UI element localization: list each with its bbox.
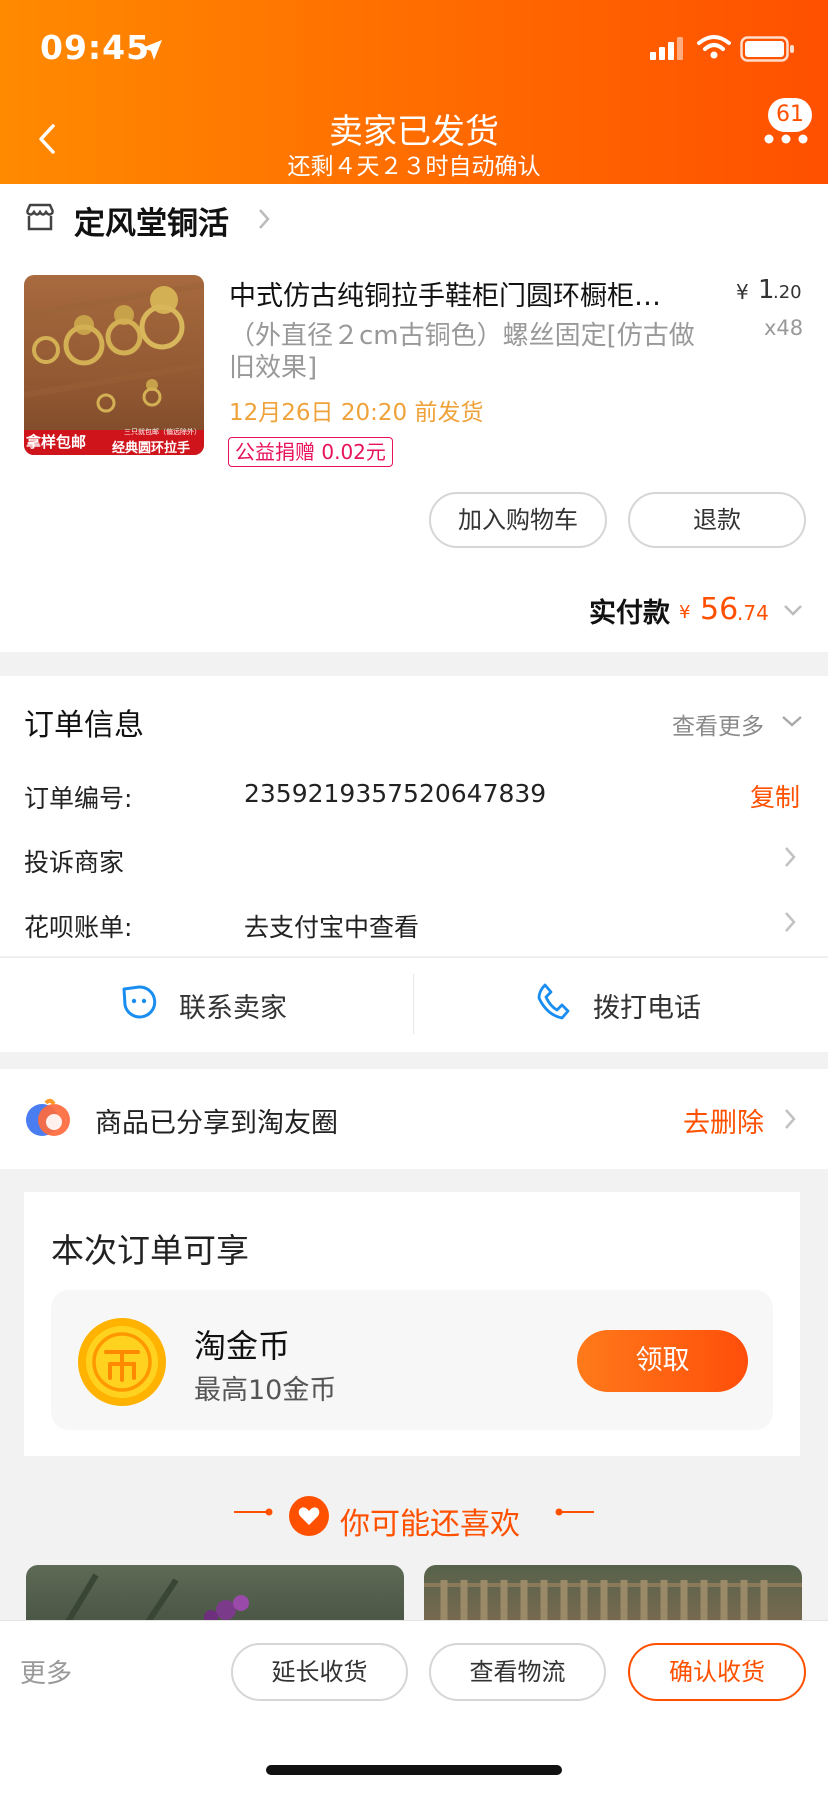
product-title[interactable]: 中式仿古纯铜拉手鞋柜门圆环橱柜… — [229, 274, 689, 313]
status-time: 09:45 — [40, 28, 151, 67]
recommend-title: 你可能还喜欢 — [340, 1507, 520, 1542]
more-actions-button[interactable]: 更多 — [20, 1653, 72, 1690]
battery-icon — [740, 36, 794, 62]
order-info-title: 订单信息 — [24, 708, 144, 743]
recommend-item-1-image[interactable] — [26, 1565, 404, 1625]
huabei-link[interactable]: 去支付宝中查看 — [244, 908, 419, 944]
shop-chevron-right-icon[interactable] — [256, 206, 272, 232]
share-status-text: 商品已分享到淘友圈 — [95, 1108, 338, 1139]
complaint-chevron-right-icon[interactable] — [782, 844, 798, 870]
copy-order-number-button[interactable]: 复制 — [750, 778, 800, 814]
product-image[interactable]: 拿样包邮 三只就包邮（偏远除外） 经典圆环拉手 — [24, 275, 204, 455]
recommend-item-1-art — [63, 1573, 249, 1625]
quantity: x48 — [764, 316, 804, 340]
image-caption-right: 经典圆环拉手 — [112, 441, 191, 455]
coin-description: 最高10金币 — [194, 1375, 337, 1406]
price-decimal: .20 — [773, 282, 802, 303]
recommend-right-deco — [555, 1508, 594, 1516]
view-logistics-button[interactable]: 查看物流 — [429, 1643, 606, 1701]
benefits-title: 本次订单可享 — [51, 1231, 249, 1270]
refund-button[interactable]: 退款 — [628, 492, 806, 548]
more-dots-icon[interactable] — [762, 132, 810, 146]
delete-share-link[interactable]: 去删除 — [683, 1101, 764, 1140]
home-indicator — [266, 1765, 562, 1775]
signal-icon — [650, 37, 683, 60]
phone-icon[interactable] — [535, 982, 571, 1022]
shop-icon — [25, 203, 55, 231]
contact-seller-button[interactable]: 联系卖家 — [179, 986, 287, 1025]
price-currency: ¥ — [736, 280, 749, 304]
huabei-label: 花呗账单: — [24, 913, 133, 942]
confirm-receipt-button[interactable]: 确认收货 — [628, 1643, 806, 1701]
recommend-item-2-image[interactable] — [424, 1565, 802, 1625]
delete-share-chevron-right-icon[interactable] — [782, 1106, 798, 1132]
huabei-chevron-right-icon[interactable] — [782, 909, 798, 935]
heart-icon — [289, 1496, 329, 1536]
ship-deadline: 12月26日 20:20 前发货 — [229, 400, 484, 426]
paid-currency: ¥ — [679, 602, 691, 623]
order-number: 2359219357520647839 — [244, 779, 547, 808]
claim-coin-button[interactable]: 领取 — [577, 1330, 748, 1392]
image-caption-left: 拿样包邮 — [26, 433, 87, 451]
page-title: 卖家已发货 — [329, 112, 499, 152]
payment-chevron-down-icon[interactable] — [782, 603, 804, 617]
call-phone-button[interactable]: 拨打电话 — [593, 986, 701, 1025]
location-arrow-icon — [142, 40, 162, 60]
recommend-item-2-art — [424, 1580, 802, 1625]
paid-amount-integer: 56 — [700, 592, 739, 627]
paid-amount-decimal: .74 — [737, 601, 769, 625]
view-more-link[interactable]: 查看更多 — [672, 707, 764, 741]
taojinbi-coin-icon — [78, 1318, 166, 1406]
contact-divider — [413, 974, 414, 1034]
product-spec: （外直径２cm古铜色）螺丝固定[仿古做旧效果] — [229, 321, 695, 383]
shop-name[interactable]: 定风堂铜活 — [74, 198, 229, 243]
image-caption-top: 三只就包邮（偏远除外） — [124, 428, 201, 436]
charity-tag: 公益捐赠 0.02元 — [228, 437, 393, 467]
wifi-icon — [697, 35, 731, 59]
auto-confirm-countdown: 还剩４天２３时自动确认 — [287, 154, 541, 180]
cart-badge: 61 — [768, 98, 812, 132]
complaint-link[interactable]: 投诉商家 — [24, 843, 124, 879]
extend-receipt-button[interactable]: 延长收货 — [231, 1643, 408, 1701]
recommend-left-deco — [234, 1508, 273, 1516]
taoyou-circle-icon — [26, 1098, 70, 1136]
paid-label: 实付款 — [589, 598, 670, 629]
coin-name: 淘金币 — [194, 1327, 291, 1365]
chat-face-icon[interactable] — [120, 983, 158, 1021]
order-number-label: 订单编号: — [24, 784, 133, 813]
view-more-chevron-down-icon[interactable] — [780, 714, 804, 728]
add-to-cart-button[interactable]: 加入购物车 — [429, 492, 607, 548]
